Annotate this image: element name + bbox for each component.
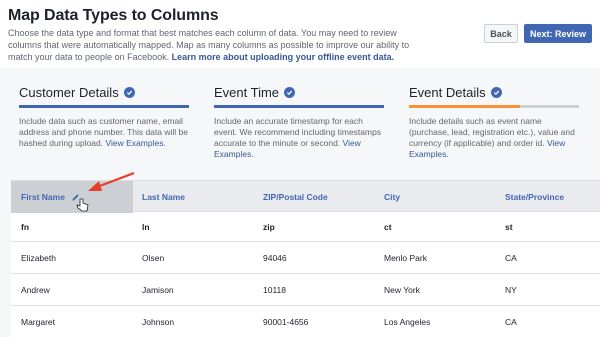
table-cell: Olsen: [142, 252, 165, 263]
table-cell: st: [505, 221, 513, 232]
table-cell: Los Angeles: [384, 316, 431, 327]
format-row: fn ln zip ct st: [11, 212, 600, 242]
page-subtitle: Choose the data type and format that bes…: [8, 27, 423, 63]
step-progress-bar: [214, 105, 384, 108]
table-cell: ct: [384, 221, 392, 232]
step-customer-details[interactable]: Customer Details Include data such as cu…: [19, 84, 189, 149]
table-cell: CA: [505, 316, 517, 327]
table-cell: Margaret: [21, 316, 56, 327]
step-title: Event Time: [214, 84, 280, 100]
table-cell: zip: [263, 221, 275, 232]
step-description: Include details such as event name (purc…: [409, 116, 575, 159]
column-header-zip[interactable]: ZIP/Postal Code: [263, 181, 328, 213]
step-progress-bar: [409, 105, 579, 108]
step-title: Customer Details: [19, 84, 119, 100]
step-event-time[interactable]: Event Time Include an accurate timestamp…: [214, 84, 384, 160]
step-progress-bar: [19, 105, 189, 108]
column-header-last-name[interactable]: Last Name: [142, 181, 185, 213]
pencil-icon[interactable]: [71, 193, 80, 202]
check-circle-icon: [123, 86, 135, 98]
table-cell: ln: [142, 221, 150, 232]
step-description: Include data such as customer name, emai…: [19, 116, 189, 148]
check-circle-icon: [284, 86, 296, 98]
table-cell: 10118: [263, 284, 287, 295]
column-header-city[interactable]: City: [384, 181, 400, 213]
table-cell: CA: [505, 252, 517, 263]
table-cell: Andrew: [21, 284, 50, 295]
check-circle-icon: [490, 86, 502, 98]
view-examples-link[interactable]: View Examples.: [106, 138, 166, 148]
table-cell: 90001-4656: [263, 316, 309, 327]
table-cell: NY: [505, 284, 517, 295]
table-cell: Menlo Park: [384, 252, 427, 263]
table-cell: New York: [384, 284, 420, 295]
column-header-first-name[interactable]: First Name: [11, 181, 133, 213]
table-cell: Elizabeth: [21, 252, 56, 263]
table-cell: 94046: [263, 252, 287, 263]
column-header-state[interactable]: State/Province: [505, 181, 564, 213]
table-header: First Name Last Name ZIP/Postal Code Cit…: [11, 180, 600, 213]
step-title: Event Details: [409, 84, 486, 100]
learn-more-link[interactable]: Learn more about uploading your offline …: [172, 52, 395, 62]
table-cell: Johnson: [142, 316, 175, 327]
table-row: Andrew Jamison 10118 New York NY: [11, 274, 600, 306]
table-row: Elizabeth Olsen 94046 Menlo Park CA: [11, 242, 600, 274]
mapping-table: First Name Last Name ZIP/Postal Code Cit…: [11, 180, 600, 337]
step-event-details[interactable]: Event Details Include details such as ev…: [409, 84, 579, 160]
page-header: Map Data Types to Columns Choose the dat…: [0, 0, 600, 68]
steps-panel: Customer Details Include data such as cu…: [0, 68, 600, 180]
next-review-button[interactable]: Next: Review: [524, 24, 592, 43]
step-description: Include an accurate timestamp for each e…: [214, 116, 382, 159]
table-row: Margaret Johnson 90001-4656 Los Angeles …: [11, 306, 600, 337]
table-cell: fn: [21, 221, 30, 232]
table-cell: Jamison: [142, 284, 174, 295]
back-button[interactable]: Back: [484, 24, 518, 43]
page-title: Map Data Types to Columns: [8, 7, 219, 24]
